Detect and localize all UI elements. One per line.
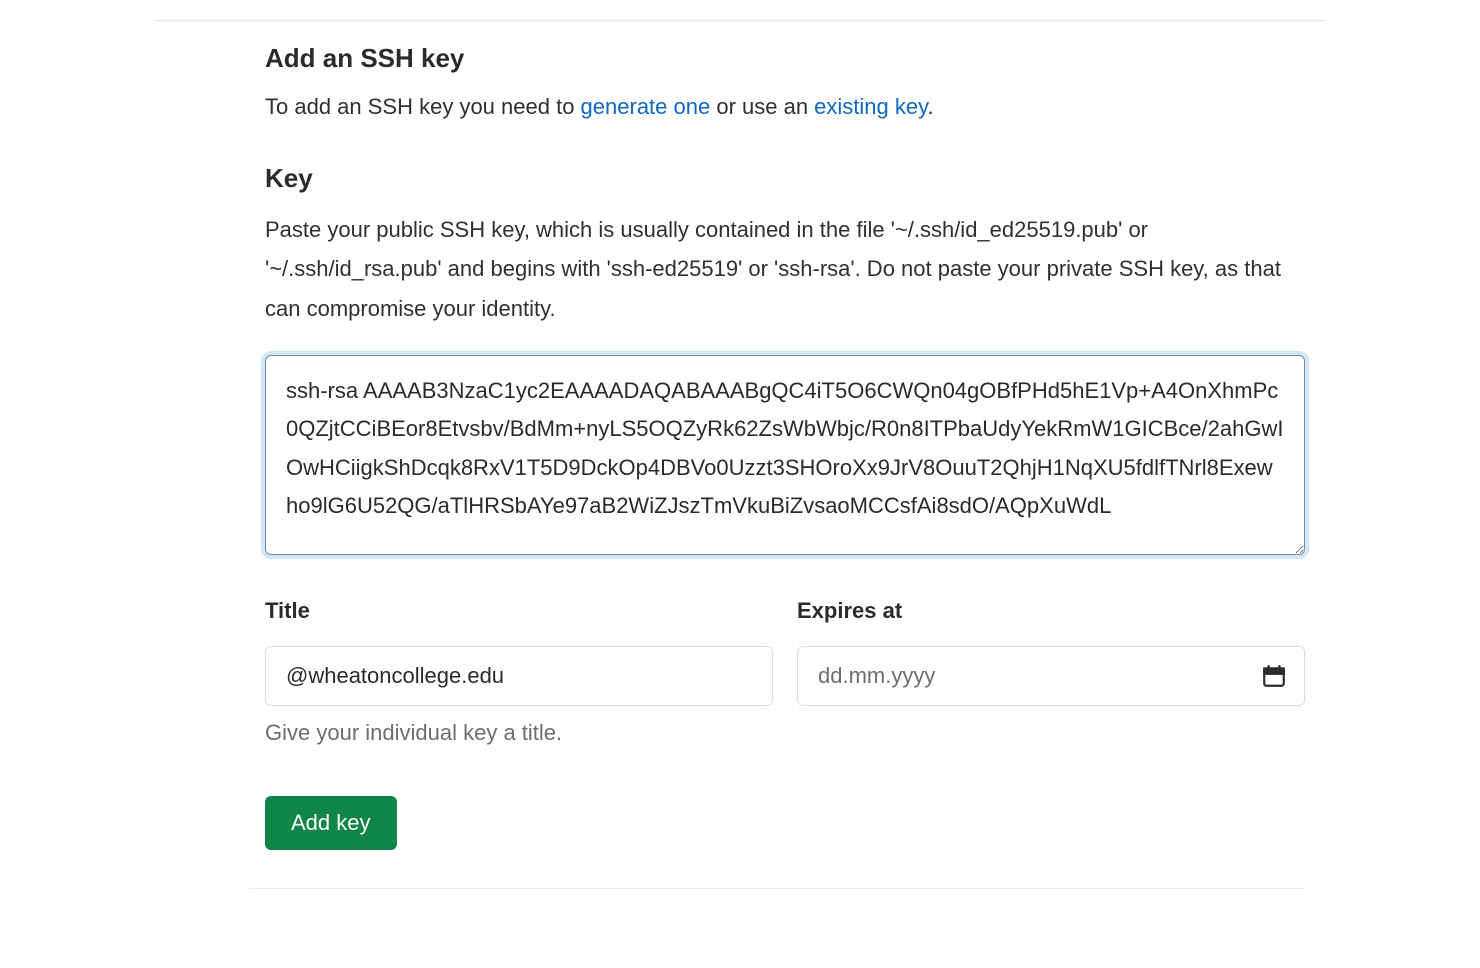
add-key-button[interactable]: Add key — [265, 796, 397, 850]
intro-prefix: To add an SSH key you need to — [265, 94, 581, 119]
existing-key-link[interactable]: existing key — [814, 94, 927, 119]
divider-bottom — [249, 888, 1305, 889]
expires-label: Expires at — [797, 598, 1305, 624]
divider-top — [155, 20, 1325, 21]
expires-placeholder: dd.mm.yyyy — [818, 663, 935, 689]
generate-one-link[interactable]: generate one — [581, 94, 711, 119]
title-input[interactable] — [265, 646, 773, 706]
intro-text: To add an SSH key you need to generate o… — [265, 92, 1305, 123]
expires-date-input[interactable]: dd.mm.yyyy — [797, 646, 1305, 706]
key-label: Key — [265, 163, 1305, 194]
intro-suffix: . — [927, 94, 933, 119]
intro-mid: or use an — [710, 94, 814, 119]
section-title: Add an SSH key — [265, 43, 1305, 74]
title-help-text: Give your individual key a title. — [265, 720, 1305, 746]
title-label: Title — [265, 598, 773, 624]
key-help-text: Paste your public SSH key, which is usua… — [265, 210, 1305, 329]
ssh-key-textarea[interactable] — [265, 355, 1305, 555]
